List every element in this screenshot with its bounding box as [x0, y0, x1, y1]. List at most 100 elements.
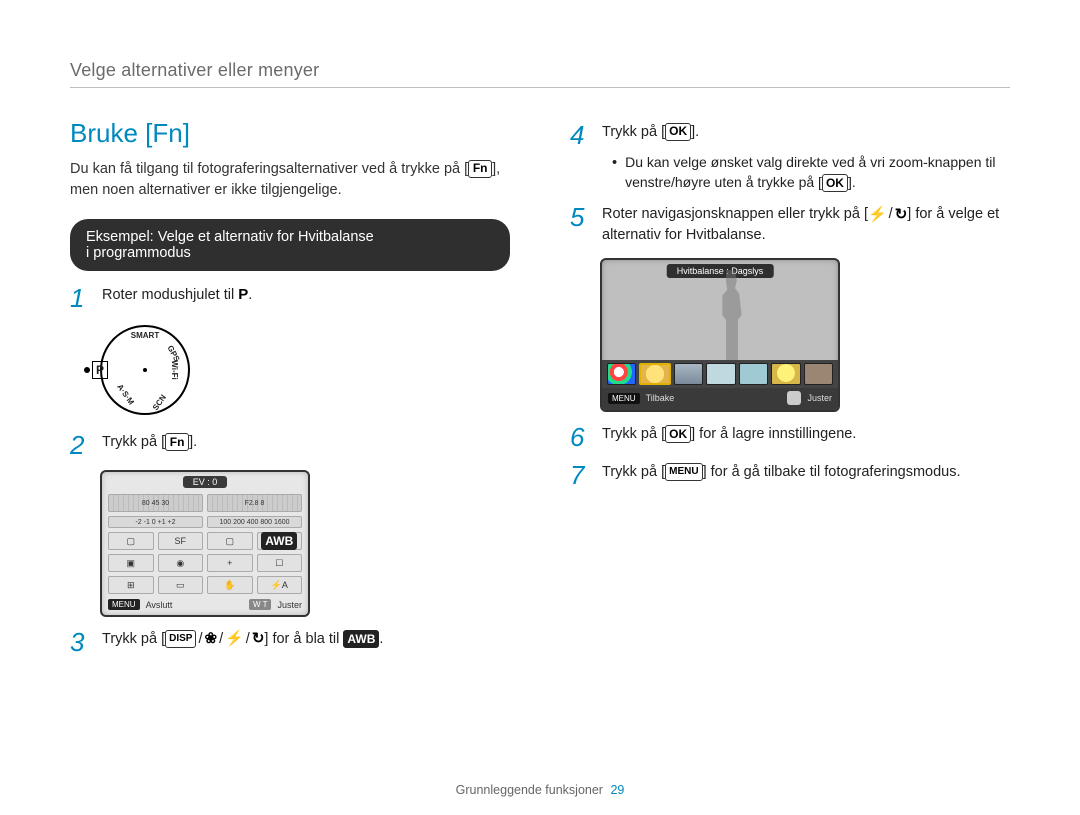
step-6: 6 Trykk på [OK] for å lagre innstillinge…: [570, 424, 1010, 450]
menu-tag: MENU: [608, 393, 640, 404]
flash-icon: ⚡: [868, 205, 887, 223]
dial-label-scn: SCN: [151, 393, 168, 412]
intro-before: Du kan få tilgang til fotograferingsalte…: [70, 161, 468, 177]
left-column: Bruke [Fn] Du kan få tilgang til fotogra…: [70, 118, 510, 667]
example-line2: i programmodus: [86, 245, 494, 261]
step5-pre: Roter navigasjonsknappen eller trykk på …: [602, 206, 868, 222]
lcd-whitebalance: Hvitbalanse : Dagslys MENU Tilbake: [600, 258, 840, 412]
wb-thumb-fluorescent1: [706, 363, 735, 385]
step-number: 6: [570, 424, 590, 450]
zoom-tag: W T: [249, 599, 272, 610]
wb-thumb-awb: [607, 363, 636, 385]
right-column: 4 Trykk på [OK]. • Du kan velge ønsket v…: [570, 118, 1010, 667]
p-mode-icon: P: [238, 286, 248, 304]
step7-pre: Trykk på [: [602, 464, 665, 480]
step-2: 2 Trykk på [Fn].: [70, 432, 510, 458]
menu-tag: MENU: [108, 599, 140, 610]
menu-cell: ▢: [207, 532, 253, 550]
step-number: 4: [570, 122, 590, 148]
slash-icon: /: [246, 631, 250, 647]
lcd-footer-right: Juster: [277, 600, 302, 610]
lcd-fn-menu: EV : 0 80 45 30 F2.8 8 -2 -1 0 +1 +2 100…: [100, 470, 310, 617]
menu-cell: ▭: [158, 576, 204, 594]
footer-label: Grunnleggende funksjoner: [456, 783, 603, 797]
ok-icon: OK: [665, 425, 691, 443]
step3-mid: ] for å bla til: [264, 631, 343, 647]
slash-icon: /: [889, 206, 893, 222]
dial-label-wifi: Wi-Fi: [170, 360, 179, 379]
lcd2-footer-left: Tilbake: [646, 393, 675, 403]
lcd2-footer-right: Juster: [807, 393, 832, 403]
slash-icon: /: [219, 631, 223, 647]
lcd-footer-left: Avslutt: [146, 600, 243, 610]
macro-icon: ❀: [205, 630, 218, 648]
wb-thumb-fluorescent2: [739, 363, 768, 385]
step-7: 7 Trykk på [MENU] for å gå tilbake til f…: [570, 462, 1010, 488]
intro-text: Du kan få tilgang til fotograferingsalte…: [70, 159, 510, 201]
menu-cell: ✋: [207, 576, 253, 594]
example-box: Eksempel: Velge et alternativ for Hvitba…: [70, 219, 510, 271]
ok-icon: OK: [665, 123, 691, 141]
example-line1: Eksempel: Velge et alternativ for Hvitba…: [86, 229, 494, 245]
step-number: 3: [70, 629, 90, 655]
menu-cell: ☐: [257, 554, 303, 572]
step7-post: ] for å gå tilbake til fotograferingsmod…: [703, 464, 961, 480]
step2-post: ].: [189, 434, 197, 450]
menu-cell: +: [207, 554, 253, 572]
menu-cell: ⚡A: [257, 576, 303, 594]
step4-pre: Trykk på [: [602, 124, 665, 140]
menu-cell-awb: AWB: [257, 532, 303, 550]
menu-cell: SF: [158, 532, 204, 550]
awb-icon: AWB: [343, 630, 379, 648]
wb-thumbnails: [602, 360, 838, 388]
step2-pre: Trykk på [: [102, 434, 165, 450]
page-title: Bruke [Fn]: [70, 118, 510, 149]
step-number: 2: [70, 432, 90, 458]
step4-bullet-pre: Du kan velge ønsket valg direkte ved å v…: [625, 154, 995, 190]
dial-pointer-p: P: [92, 361, 108, 379]
ev-slider: -2 -1 0 +1 +2: [108, 516, 203, 528]
slash-icon: /: [198, 631, 202, 647]
step-1: 1 Roter modushjulet til P.: [70, 285, 510, 311]
wb-thumb-cloudy: [674, 363, 703, 385]
step-4: 4 Trykk på [OK]. • Du kan velge ønsket v…: [570, 122, 1010, 192]
step3-end: .: [379, 631, 383, 647]
menu-cell: ▣: [108, 554, 154, 572]
step4-bullet-post: ].: [848, 174, 856, 190]
dial-label-smart: SMART: [131, 331, 159, 340]
breadcrumb: Velge alternativer eller menyer: [70, 60, 1010, 81]
step3-pre: Trykk på [: [102, 631, 165, 647]
timer-icon: ↻: [252, 630, 265, 648]
awb-icon: AWB: [261, 532, 297, 550]
dial-pointer: P: [84, 361, 108, 379]
wb-thumb-tungsten: [771, 363, 800, 385]
step4-post: ].: [691, 124, 699, 140]
fn-icon: Fn: [165, 433, 189, 451]
step-number: 7: [570, 462, 590, 488]
step-number: 5: [570, 204, 590, 230]
wb-thumb-custom: [804, 363, 833, 385]
step-5: 5 Roter navigasjonsknappen eller trykk p…: [570, 204, 1010, 246]
disp-icon: DISP: [165, 630, 196, 648]
flash-icon: ⚡: [225, 630, 244, 648]
mode-dial-illustration: SMART GPS Wi-Fi SCN A·S·M P: [100, 325, 510, 420]
step6-pre: Trykk på [: [602, 426, 665, 442]
silhouette-figure: [702, 270, 762, 360]
divider: [70, 87, 1010, 88]
dial-label-asm: A·S·M: [115, 382, 136, 406]
step1-post: .: [248, 287, 252, 303]
menu-cell: ▢: [108, 532, 154, 550]
fn-icon: Fn: [468, 160, 492, 178]
wb-thumb-daylight: [639, 363, 670, 385]
shutter-dial: 80 45 30: [108, 494, 203, 512]
page-footer: Grunnleggende funksjoner 29: [0, 783, 1080, 797]
bullet-icon: •: [612, 153, 617, 192]
ev-readout: EV : 0: [183, 476, 228, 488]
menu-cell: ⊞: [108, 576, 154, 594]
nav-icon: [787, 391, 801, 405]
page-number: 29: [610, 783, 624, 797]
menu-icon: MENU: [665, 463, 702, 481]
iso-slider: 100 200 400 800 1600: [207, 516, 302, 528]
aperture-dial: F2.8 8: [207, 494, 302, 512]
step1-text: Roter modushjulet til: [102, 287, 238, 303]
